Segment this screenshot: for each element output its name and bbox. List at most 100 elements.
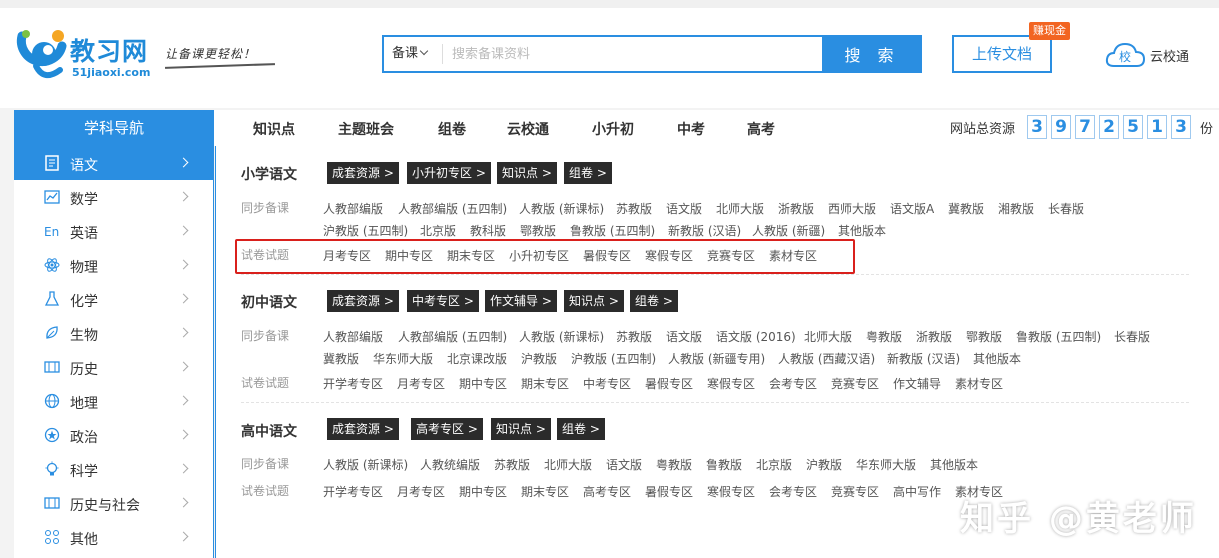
tag-zhongkao[interactable]: 中考专区 > bbox=[407, 290, 479, 312]
edition-link[interactable]: 沪教版 (五四制) bbox=[571, 350, 656, 367]
exam-link[interactable]: 会考专区 bbox=[769, 483, 817, 500]
top-nav-knowledge[interactable]: 知识点 bbox=[253, 119, 295, 139]
logo-icon[interactable] bbox=[14, 26, 74, 82]
exam-link[interactable]: 寒假专区 bbox=[707, 483, 755, 500]
edition-link[interactable]: 沪教版 bbox=[521, 350, 557, 367]
exam-link[interactable]: 期末专区 bbox=[521, 375, 569, 392]
edition-link[interactable]: 语文版A bbox=[890, 200, 934, 217]
top-nav-class-meeting[interactable]: 主题班会 bbox=[338, 119, 394, 139]
tag-gaokao[interactable]: 高考专区 > bbox=[411, 418, 483, 440]
tag-composition[interactable]: 作文辅导 > bbox=[485, 290, 557, 312]
tag-knowledge[interactable]: 知识点 > bbox=[497, 162, 557, 184]
edition-link[interactable]: 人教版 (新课标) bbox=[519, 200, 604, 217]
top-nav-compose-paper[interactable]: 组卷 bbox=[438, 119, 466, 139]
edition-link[interactable]: 冀教版 bbox=[323, 350, 359, 367]
edition-link[interactable]: 苏教版 bbox=[494, 456, 530, 473]
edition-link[interactable]: 华东师大版 bbox=[373, 350, 433, 367]
edition-link[interactable]: 北京版 bbox=[420, 222, 456, 239]
brand-name[interactable]: 教习网 bbox=[70, 32, 148, 68]
top-nav-zhongkao[interactable]: 中考 bbox=[677, 119, 705, 139]
edition-link[interactable]: 鄂教版 bbox=[966, 328, 1002, 345]
upload-document-button[interactable]: 上传文档 bbox=[952, 35, 1052, 73]
exam-link[interactable]: 月考专区 bbox=[397, 483, 445, 500]
search-button[interactable]: 搜 索 bbox=[822, 35, 922, 73]
sidebar-item-english[interactable]: En 英语 bbox=[14, 214, 213, 248]
edition-link[interactable]: 北师大版 bbox=[544, 456, 592, 473]
exam-link[interactable]: 会考专区 bbox=[769, 375, 817, 392]
edition-link[interactable]: 人教部编版 bbox=[323, 328, 383, 345]
exam-link[interactable]: 中考专区 bbox=[583, 375, 631, 392]
edition-link[interactable]: 鲁教版 bbox=[706, 456, 742, 473]
sidebar-item-history-society[interactable]: 历史与社会 bbox=[14, 486, 213, 520]
edition-link[interactable]: 华东师大版 bbox=[856, 456, 916, 473]
edition-link[interactable]: 北师大版 bbox=[716, 200, 764, 217]
search-category-select[interactable]: 备课 bbox=[384, 37, 444, 71]
edition-link[interactable]: 鲁教版 (五四制) bbox=[570, 222, 655, 239]
edition-link[interactable]: 人教版 (西藏汉语) bbox=[778, 350, 875, 367]
edition-link[interactable]: 人教版 (新疆) bbox=[752, 222, 825, 239]
exam-link[interactable]: 竞赛专区 bbox=[831, 375, 879, 392]
edition-link[interactable]: 人教统编版 bbox=[420, 456, 480, 473]
edition-link[interactable]: 湘教版 bbox=[998, 200, 1034, 217]
edition-link[interactable]: 教科版 bbox=[470, 222, 506, 239]
edition-link[interactable]: 人教部编版 (五四制) bbox=[398, 328, 507, 345]
edition-link[interactable]: 北师大版 bbox=[804, 328, 852, 345]
exam-link[interactable]: 开学考专区 bbox=[323, 375, 383, 392]
edition-link[interactable]: 北京版 bbox=[756, 456, 792, 473]
edition-link[interactable]: 浙教版 bbox=[916, 328, 952, 345]
edition-link[interactable]: 苏教版 bbox=[616, 328, 652, 345]
edition-link[interactable]: 语文版 bbox=[666, 200, 702, 217]
exam-link[interactable]: 月考专区 bbox=[397, 375, 445, 392]
exam-link[interactable]: 期末专区 bbox=[521, 483, 569, 500]
sidebar-item-politics[interactable]: 政治 bbox=[14, 418, 213, 452]
sidebar-item-biology[interactable]: 生物 bbox=[14, 316, 213, 350]
exam-link[interactable]: 作文辅导 bbox=[893, 375, 941, 392]
edition-link[interactable]: 鄂教版 bbox=[520, 222, 556, 239]
edition-link[interactable]: 长春版 bbox=[1114, 328, 1150, 345]
edition-link[interactable]: 人教版 (新课标) bbox=[323, 456, 408, 473]
edition-link[interactable]: 人教版 (新疆专用) bbox=[668, 350, 765, 367]
edition-link[interactable]: 语文版 bbox=[666, 328, 702, 345]
tag-knowledge[interactable]: 知识点 > bbox=[564, 290, 624, 312]
top-nav-cloud-school[interactable]: 云校通 bbox=[507, 119, 549, 139]
top-nav-gaokao[interactable]: 高考 bbox=[747, 119, 775, 139]
sidebar-item-science[interactable]: 科学 bbox=[14, 452, 213, 486]
exam-link[interactable]: 开学考专区 bbox=[323, 483, 383, 500]
edition-link[interactable]: 鲁教版 (五四制) bbox=[1016, 328, 1101, 345]
search-input[interactable] bbox=[452, 41, 812, 67]
tag-primary-to-middle[interactable]: 小升初专区 > bbox=[407, 162, 491, 184]
tag-compose-paper[interactable]: 组卷 > bbox=[557, 418, 605, 440]
edition-link[interactable]: 北京课改版 bbox=[447, 350, 507, 367]
tag-compose-paper[interactable]: 组卷 > bbox=[564, 162, 612, 184]
edition-link[interactable]: 西师大版 bbox=[828, 200, 876, 217]
top-nav-primary-to-middle[interactable]: 小升初 bbox=[592, 119, 634, 139]
exam-link[interactable]: 高中写作 bbox=[893, 483, 941, 500]
edition-link[interactable]: 语文版 (2016) bbox=[716, 328, 796, 345]
edition-link[interactable]: 人教版 (新课标) bbox=[519, 328, 604, 345]
edition-link[interactable]: 人教部编版 bbox=[323, 200, 383, 217]
sidebar-item-geography[interactable]: 地理 bbox=[14, 384, 213, 418]
exam-link[interactable]: 高考专区 bbox=[583, 483, 631, 500]
edition-link[interactable]: 沪教版 (五四制) bbox=[323, 222, 408, 239]
exam-link[interactable]: 暑假专区 bbox=[645, 483, 693, 500]
edition-link[interactable]: 新教版 (汉语) bbox=[887, 350, 960, 367]
edition-link[interactable]: 语文版 bbox=[606, 456, 642, 473]
edition-link[interactable]: 浙教版 bbox=[778, 200, 814, 217]
edition-link[interactable]: 新教版 (汉语) bbox=[668, 222, 741, 239]
edition-link[interactable]: 其他版本 bbox=[838, 222, 886, 239]
edition-link[interactable]: 沪教版 bbox=[806, 456, 842, 473]
edition-link[interactable]: 粤教版 bbox=[866, 328, 902, 345]
edition-link[interactable]: 粤教版 bbox=[656, 456, 692, 473]
tag-compose-paper[interactable]: 组卷 > bbox=[630, 290, 678, 312]
edition-link[interactable]: 冀教版 bbox=[948, 200, 984, 217]
sidebar-item-chinese[interactable]: 语文 bbox=[14, 146, 213, 180]
edition-link[interactable]: 人教部编版 (五四制) bbox=[398, 200, 507, 217]
cloud-school-icon[interactable]: 校 bbox=[1104, 40, 1146, 70]
exam-link[interactable]: 寒假专区 bbox=[707, 375, 755, 392]
tag-complete-resources[interactable]: 成套资源 > bbox=[327, 162, 399, 184]
sidebar-item-other[interactable]: 其他 bbox=[14, 520, 213, 554]
sidebar-item-history[interactable]: 历史 bbox=[14, 350, 213, 384]
exam-link[interactable]: 暑假专区 bbox=[645, 375, 693, 392]
edition-link[interactable]: 其他版本 bbox=[973, 350, 1021, 367]
exam-link[interactable]: 期中专区 bbox=[459, 375, 507, 392]
